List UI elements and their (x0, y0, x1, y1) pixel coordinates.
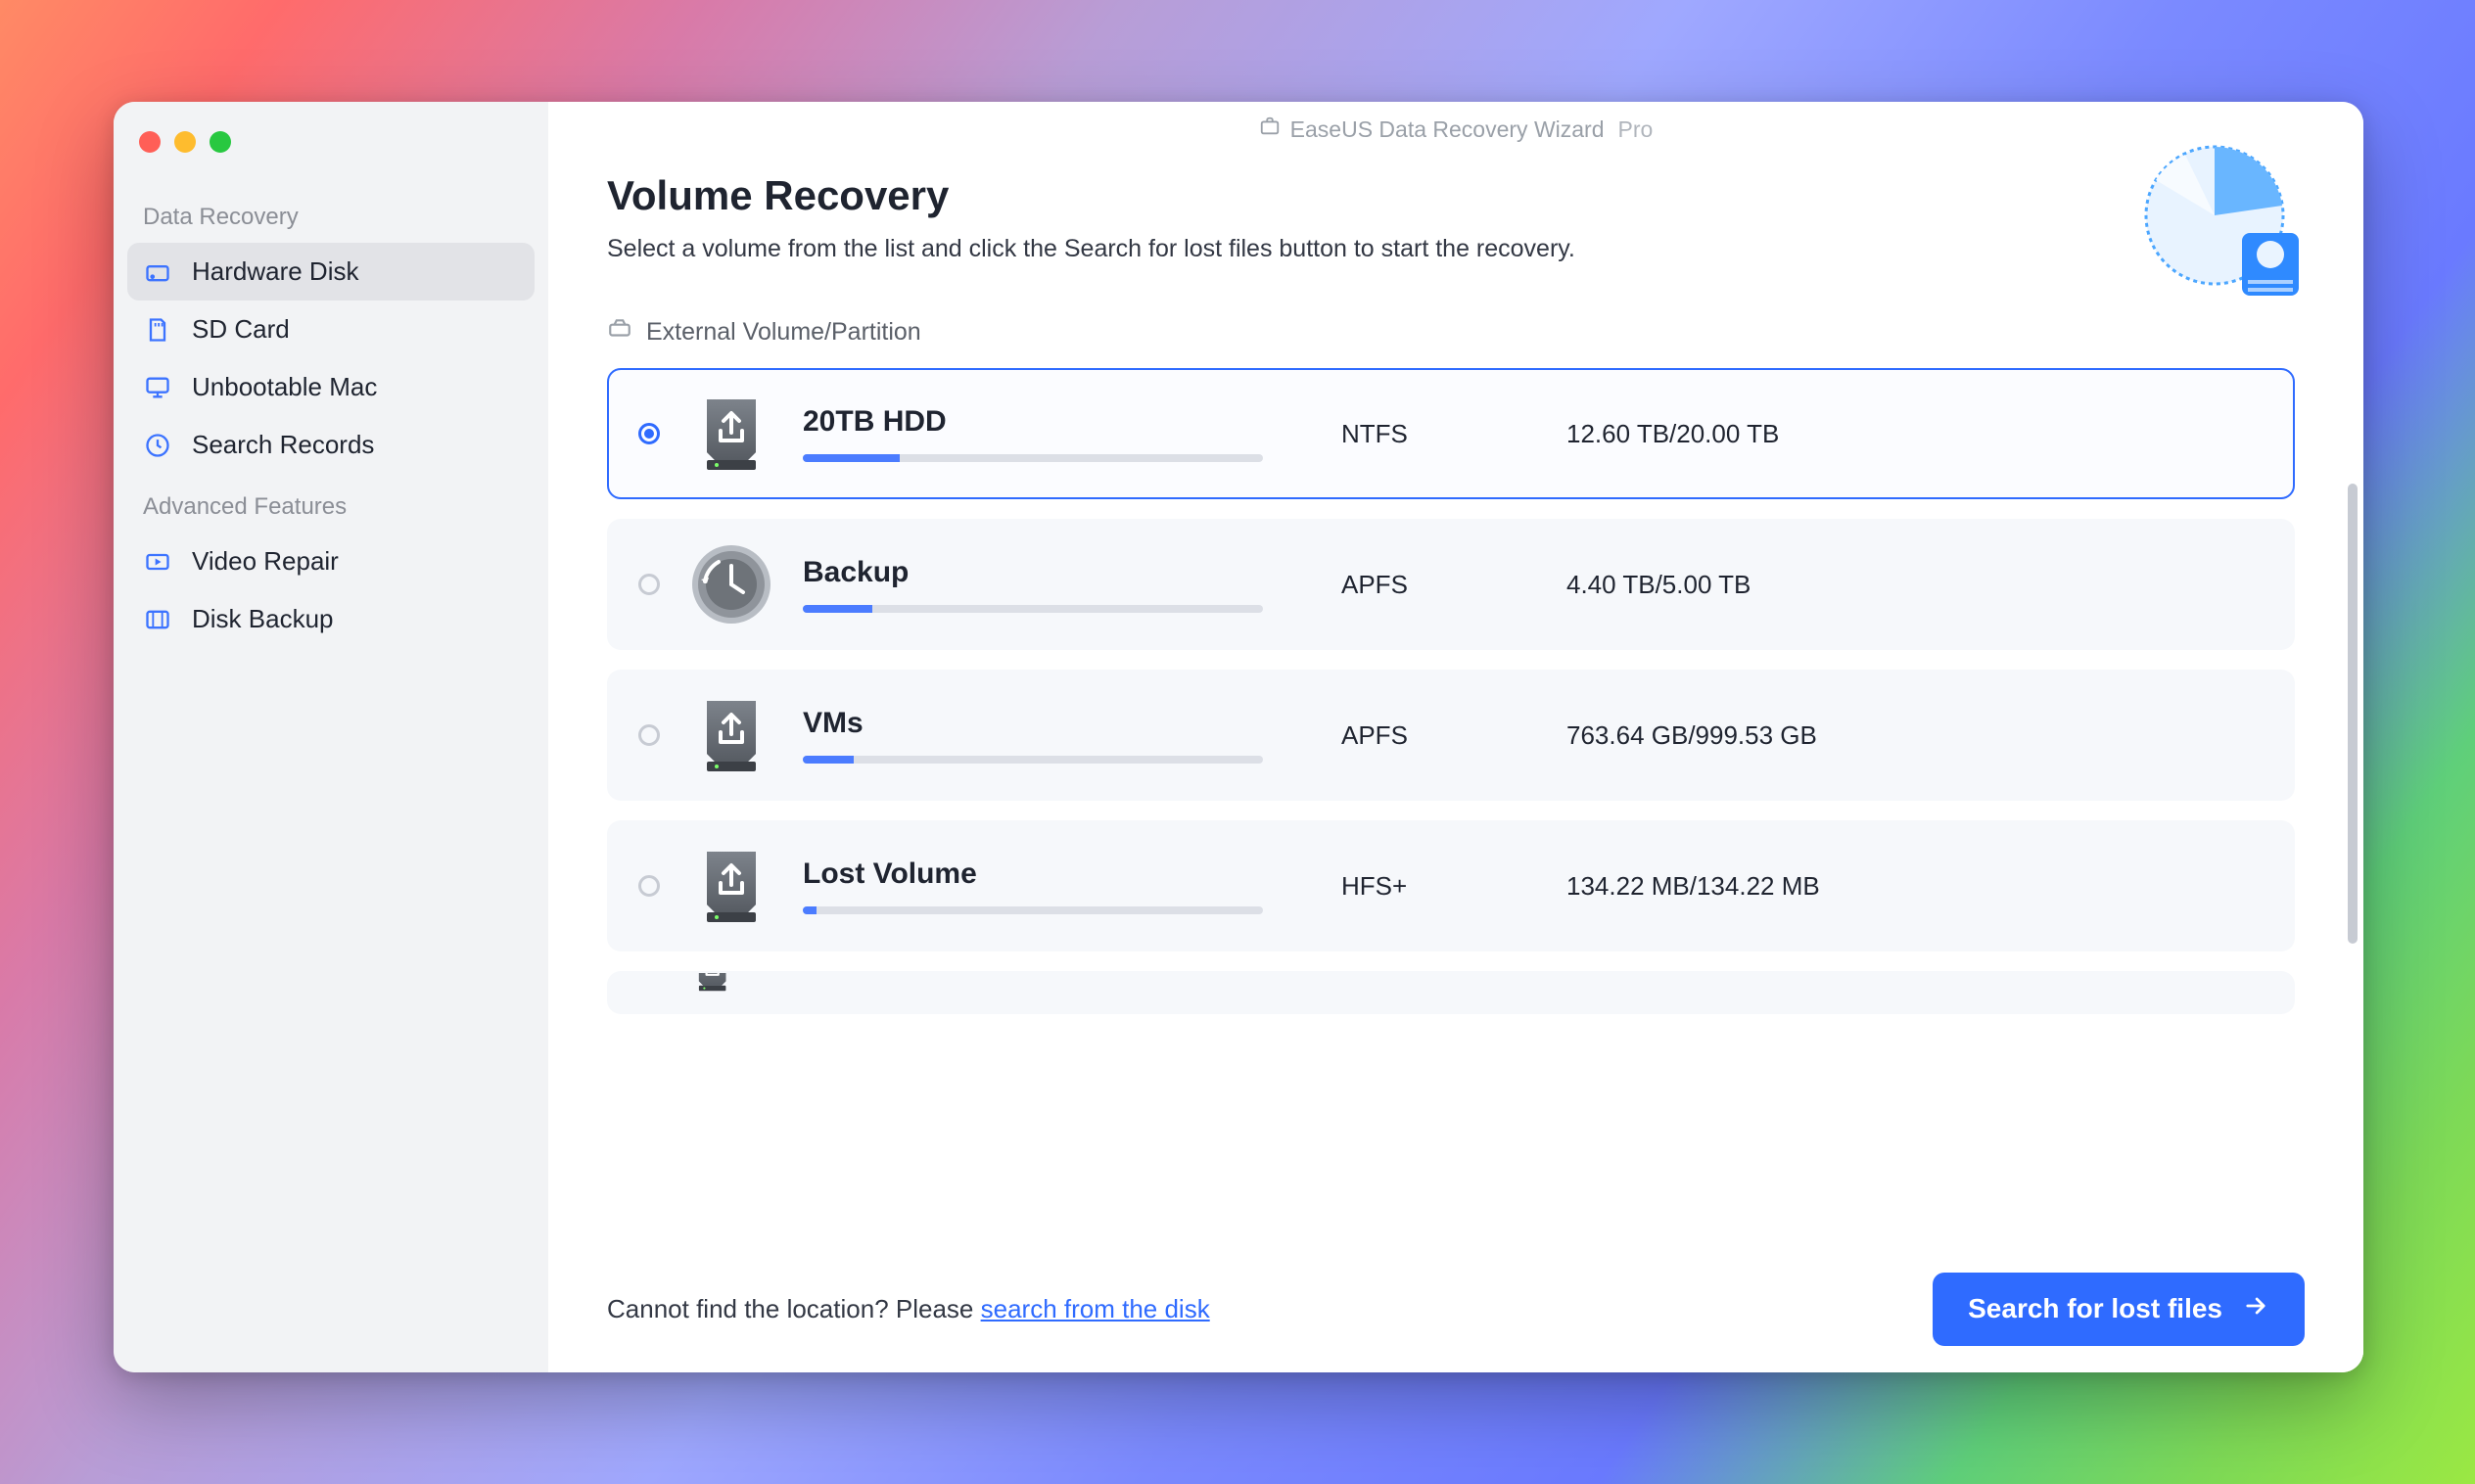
sidebar: Data Recovery Hardware Disk SD Card Unbo… (114, 102, 548, 1372)
volume-radio[interactable] (638, 724, 660, 746)
app-title: EaseUS Data Recovery Wizard (1290, 116, 1605, 143)
sidebar-item-unbootable-mac[interactable]: Unbootable Mac (127, 358, 535, 416)
volume-usage-bar (803, 605, 1263, 613)
sidebar-item-disk-backup[interactable]: Disk Backup (127, 590, 535, 648)
volume-usage-bar (803, 454, 1263, 462)
time-machine-icon (689, 542, 773, 626)
volume-info: VMs (803, 707, 1312, 764)
volume-filesystem: HFS+ (1341, 871, 1537, 902)
video-icon (143, 547, 172, 577)
footer-hint: Cannot find the location? Please search … (607, 1294, 1210, 1324)
content-area: Volume Recovery Select a volume from the… (548, 149, 2363, 1245)
usb-drive-icon (689, 844, 773, 928)
backup-icon (143, 605, 172, 634)
volume-row[interactable]: 20TB HDD NTFS 12.60 TB/20.00 TB (607, 368, 2295, 499)
sidebar-item-video-repair[interactable]: Video Repair (127, 533, 535, 590)
volume-size: 12.60 TB/20.00 TB (1566, 419, 2254, 449)
main-panel: EaseUS Data Recovery Wizard Pro Volume R… (548, 102, 2363, 1372)
page-subtitle: Select a volume from the list and click … (607, 235, 2305, 263)
sidebar-item-label: Search Records (192, 430, 374, 460)
sidebar-item-label: Hardware Disk (192, 256, 359, 287)
volume-info: Backup (803, 556, 1312, 613)
sidebar-item-sd-card[interactable]: SD Card (127, 301, 535, 358)
search-for-lost-files-button[interactable]: Search for lost files (1933, 1273, 2305, 1346)
volume-size: 4.40 TB/5.00 TB (1566, 570, 2254, 600)
volume-group-header: External Volume/Partition (607, 316, 2305, 348)
maximize-window-button[interactable] (210, 131, 231, 153)
volume-info: 20TB HDD (803, 405, 1312, 462)
volume-radio[interactable] (638, 875, 660, 897)
volume-name: VMs (803, 707, 1312, 740)
sidebar-item-label: Unbootable Mac (192, 372, 377, 402)
toolbox-icon (1259, 116, 1281, 143)
volume-filesystem: APFS (1341, 720, 1537, 751)
usb-drive-icon (689, 392, 773, 476)
volume-row[interactable]: Backup APFS 4.40 TB/5.00 TB (607, 519, 2295, 650)
arrow-right-icon (2242, 1292, 2269, 1326)
volume-usage-fill (803, 756, 854, 764)
volume-radio[interactable] (638, 423, 660, 444)
sd-card-icon (143, 315, 172, 345)
external-drive-icon (607, 316, 632, 348)
volume-usage-fill (803, 906, 817, 914)
app-edition: Pro (1618, 116, 1654, 143)
volume-usage-bar (803, 756, 1263, 764)
footer-hint-prefix: Cannot find the location? Please (607, 1294, 981, 1323)
search-from-disk-link[interactable]: search from the disk (981, 1294, 1210, 1323)
sidebar-section-data-recovery: Data Recovery (127, 184, 535, 243)
sidebar-item-label: SD Card (192, 314, 290, 345)
sidebar-item-label: Video Repair (192, 546, 339, 577)
usb-drive-icon (689, 693, 773, 777)
window-controls (127, 125, 535, 184)
footer: Cannot find the location? Please search … (548, 1245, 2363, 1372)
volume-usage-fill (803, 605, 872, 613)
volume-name: Backup (803, 556, 1312, 589)
volume-size: 763.64 GB/999.53 GB (1566, 720, 2254, 751)
clock-icon (143, 431, 172, 460)
volume-info: Lost Volume (803, 858, 1312, 914)
volume-usage-bar (803, 906, 1263, 914)
app-window: Data Recovery Hardware Disk SD Card Unbo… (114, 102, 2363, 1372)
volume-filesystem: NTFS (1341, 419, 1537, 449)
close-window-button[interactable] (139, 131, 161, 153)
sidebar-item-hardware-disk[interactable]: Hardware Disk (127, 243, 535, 301)
page-title: Volume Recovery (607, 172, 2305, 219)
volume-filesystem: APFS (1341, 570, 1537, 600)
volume-row[interactable]: VMs APFS 763.64 GB/999.53 GB (607, 670, 2295, 801)
titlebar: EaseUS Data Recovery Wizard Pro (548, 102, 2363, 149)
monitor-icon (143, 373, 172, 402)
primary-button-label: Search for lost files (1968, 1293, 2222, 1324)
volume-name: 20TB HDD (803, 405, 1312, 439)
minimize-window-button[interactable] (174, 131, 196, 153)
sidebar-section-advanced-features: Advanced Features (127, 474, 535, 533)
volume-row[interactable] (607, 971, 2295, 1014)
volume-pie-graphic (2138, 135, 2305, 301)
volume-row[interactable]: Lost Volume HFS+ 134.22 MB/134.22 MB (607, 820, 2295, 951)
volume-list: 20TB HDD NTFS 12.60 TB/20.00 TB Backup A… (607, 368, 2305, 1245)
volume-name: Lost Volume (803, 858, 1312, 891)
drive-icon (143, 257, 172, 287)
usb-drive-icon (689, 971, 735, 995)
volume-group-label: External Volume/Partition (646, 318, 921, 347)
volume-size: 134.22 MB/134.22 MB (1566, 871, 2254, 902)
scrollbar-thumb[interactable] (2348, 484, 2358, 944)
sidebar-item-search-records[interactable]: Search Records (127, 416, 535, 474)
volume-usage-fill (803, 454, 900, 462)
volume-radio[interactable] (638, 574, 660, 595)
sidebar-item-label: Disk Backup (192, 604, 334, 634)
